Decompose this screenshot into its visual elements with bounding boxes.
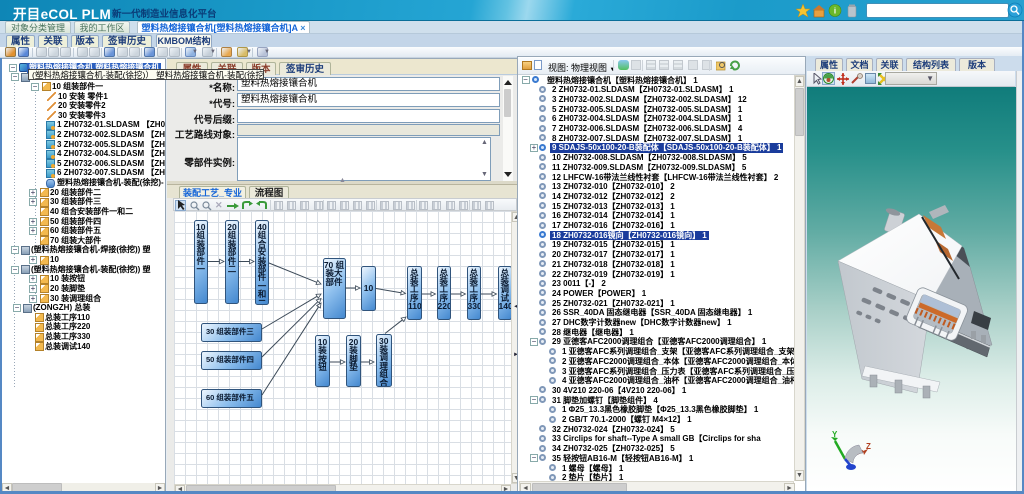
svg-text:Z: Z	[866, 442, 871, 451]
svg-text:Y: Y	[832, 430, 838, 439]
svg-text:i: i	[834, 7, 836, 16]
